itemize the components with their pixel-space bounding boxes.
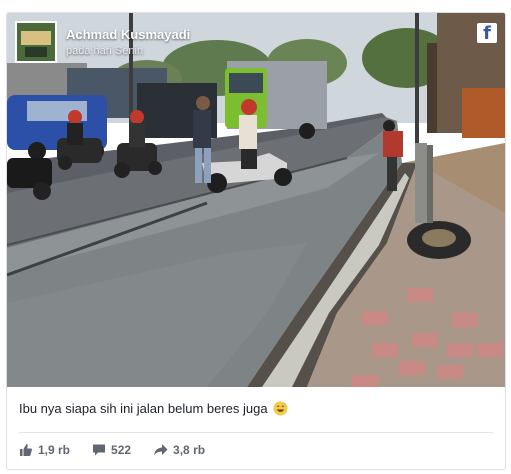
divider [19,432,493,433]
post-header: Achmad Kusmayadi pada hari Senin [15,21,190,63]
share-count[interactable]: 3,8 rb [153,443,205,457]
share-arrow-icon [154,444,168,456]
like-count-label: 1,9 rb [38,443,71,457]
post-photo[interactable]: Achmad Kusmayadi pada hari Senin f [7,13,505,387]
street-scene-image [7,13,505,387]
thumbs-up-icon [20,444,32,456]
like-count[interactable]: 1,9 rb [19,443,70,457]
engagement-bar: 1,9 rb 522 3,8 rb [19,443,227,457]
comment-count-label: 522 [111,443,132,457]
post-caption: Ibu nya siapa sih ini jalan belum beres … [19,401,288,416]
grinning-sweat-emoji-icon [273,401,288,416]
comment-icon [93,444,106,456]
post-timestamp[interactable]: pada hari Senin [66,45,190,57]
share-count-label: 3,8 rb [173,443,206,457]
facebook-icon: f [477,23,497,43]
author-avatar[interactable] [15,21,57,63]
post-card: Achmad Kusmayadi pada hari Senin f Ibu n… [6,12,506,470]
author-name[interactable]: Achmad Kusmayadi [66,27,190,42]
caption-text: Ibu nya siapa sih ini jalan belum beres … [19,401,268,416]
comment-count[interactable]: 522 [92,443,131,457]
